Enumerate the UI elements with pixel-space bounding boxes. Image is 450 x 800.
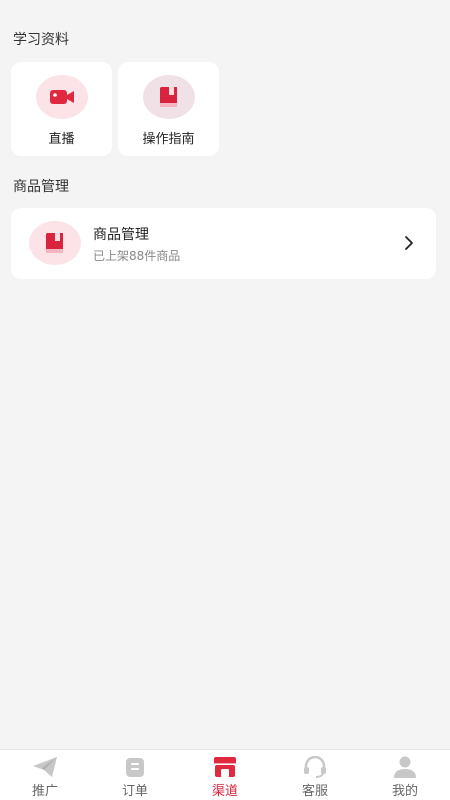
tab-orders-label: 订单 — [121, 784, 148, 799]
headset-icon — [302, 755, 328, 779]
tile-live[interactable]: 直播 — [11, 62, 112, 156]
tile-guide[interactable]: 操作指南 — [118, 62, 219, 156]
tile-live-label: 直播 — [48, 132, 75, 147]
tab-channel-label: 渠道 — [211, 784, 238, 799]
tab-service[interactable]: 客服 — [270, 750, 360, 800]
goods-card-title: 商品管理 — [93, 227, 149, 243]
section-title-learning: 学习资料 — [13, 32, 69, 48]
goods-card-subtitle: 已上架88件商品 — [93, 249, 181, 263]
tab-promote[interactable]: 推广 — [0, 750, 90, 800]
user-icon — [392, 755, 418, 779]
tab-orders[interactable]: 订单 — [90, 750, 180, 800]
video-camera-icon — [35, 75, 88, 119]
section-title-goods: 商品管理 — [13, 179, 69, 195]
tab-channel[interactable]: 渠道 — [180, 750, 270, 800]
goods-management-card[interactable]: 商品管理 已上架88件商品 — [11, 208, 436, 279]
store-icon — [212, 755, 238, 779]
tab-mine-label: 我的 — [391, 784, 418, 799]
book-icon — [142, 75, 195, 119]
tab-promote-label: 推广 — [31, 784, 58, 799]
clipboard-icon — [122, 755, 148, 779]
tab-mine[interactable]: 我的 — [360, 750, 450, 800]
paper-plane-icon — [32, 755, 58, 779]
book-icon — [29, 221, 81, 265]
bottom-tab-bar: 推广 订单 渠道 客服 我的 — [0, 749, 450, 800]
chevron-right-icon — [404, 235, 414, 255]
tile-guide-label: 操作指南 — [142, 132, 195, 147]
learning-tiles: 直播 操作指南 — [11, 62, 219, 156]
tab-service-label: 客服 — [301, 784, 328, 799]
